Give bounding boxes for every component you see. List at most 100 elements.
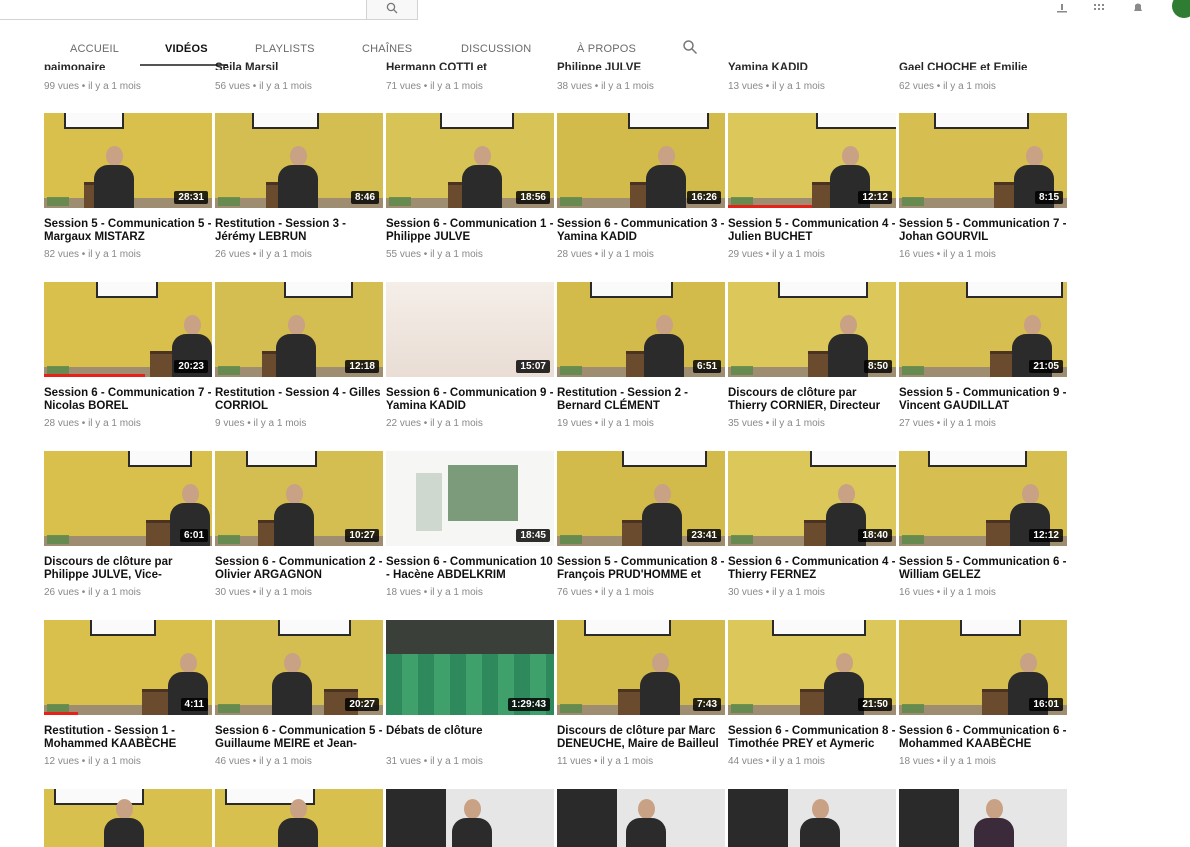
video-title[interactable]: Session 5 - Communication 4 - Julien BUC… [728, 218, 896, 244]
video-duration: 28:31 [174, 191, 208, 204]
video-thumbnail[interactable]: 8:15 [899, 113, 1067, 208]
video-thumbnail[interactable]: 16:26 [557, 113, 725, 208]
video-thumbnail[interactable] [557, 789, 725, 847]
video-title[interactable]: Session 6 - Communication 9 - Yamina KAD… [386, 387, 554, 413]
video-card[interactable]: 12:12 Session 5 - Communication 4 - Julie… [728, 113, 896, 260]
video-card[interactable]: 21:50 Session 6 - Communication 8 - Timot… [728, 620, 896, 767]
video-thumbnail[interactable] [728, 789, 896, 847]
video-title[interactable]: paimonaire [44, 58, 212, 70]
video-thumbnail[interactable]: 23:41 [557, 451, 725, 546]
video-card[interactable]: 21:05 Session 5 - Communication 9 - Vince… [899, 282, 1067, 429]
video-duration: 12:12 [858, 191, 892, 204]
video-thumbnail[interactable]: 18:45 [386, 451, 554, 546]
video-title[interactable]: Yamina KADID [728, 58, 896, 70]
video-title[interactable]: Session 6 - Communication 5 - Guillaume … [215, 725, 383, 751]
video-title[interactable]: Session 5 - Communication 7 - Johan GOUR… [899, 218, 1067, 244]
video-card[interactable]: 8:46 Restitution - Session 3 - Jérémy LEB… [215, 113, 383, 260]
video-thumbnail[interactable] [215, 789, 383, 847]
video-thumbnail[interactable]: 8:50 [728, 282, 896, 377]
watch-progress-bar [44, 374, 145, 377]
video-duration: 18:40 [858, 529, 892, 542]
video-thumbnail[interactable] [386, 789, 554, 847]
video-grid: paimonaire 99 vues • il y a 1 mois Seila M… [0, 0, 1190, 847]
video-meta: 12 vues • il y a 1 mois [44, 756, 141, 767]
video-thumbnail[interactable]: 12:12 [728, 113, 896, 208]
video-meta: 27 vues • il y a 1 mois [899, 418, 996, 429]
video-thumbnail[interactable]: 21:05 [899, 282, 1067, 377]
video-thumbnail[interactable]: 12:12 [899, 451, 1067, 546]
video-thumbnail[interactable]: 7:43 [557, 620, 725, 715]
video-card[interactable]: 18:45 Session 6 - Communication 10 - Hacè… [386, 451, 554, 598]
video-card[interactable]: 6:51 Restitution - Session 2 - Bernard CL… [557, 282, 725, 429]
video-thumbnail[interactable] [44, 789, 212, 847]
video-thumbnail[interactable]: 20:23 [44, 282, 212, 377]
video-title[interactable]: Restitution - Session 2 - Bernard CLÉMEN… [557, 387, 725, 413]
video-thumbnail[interactable]: 15:07 [386, 282, 554, 377]
video-title[interactable]: Session 5 - Communication 5 - Margaux MI… [44, 218, 212, 244]
video-title[interactable]: Session 6 - Communication 2 - Olivier AR… [215, 556, 383, 582]
video-title[interactable]: Restitution - Session 1 - Mohammed KAABÈ… [44, 725, 212, 751]
video-title[interactable]: Session 6 - Communication 6 - Mohammed K… [899, 725, 1067, 751]
video-thumbnail[interactable]: 4:11 [44, 620, 212, 715]
video-title[interactable]: Seila Marsil [215, 58, 383, 70]
video-title[interactable]: Session 5 - Communication 6 - William GE… [899, 556, 1067, 582]
video-title[interactable]: Débats de clôture [386, 725, 554, 751]
video-card[interactable]: 18:40 Session 6 - Communication 4 - Thier… [728, 451, 896, 598]
video-title[interactable]: Restitution - Session 3 - Jérémy LEBRUN [215, 218, 383, 244]
video-thumbnail[interactable]: 18:40 [728, 451, 896, 546]
video-card[interactable]: 23:41 Session 5 - Communication 8 - Franç… [557, 451, 725, 598]
video-title[interactable]: Discours de clôture par Philippe JULVE, … [44, 556, 212, 582]
video-thumbnail[interactable]: 12:18 [215, 282, 383, 377]
video-title[interactable]: Session 6 - Communication 1 - Philippe J… [386, 218, 554, 244]
video-thumbnail[interactable]: 21:50 [728, 620, 896, 715]
video-duration: 6:51 [692, 360, 721, 373]
video-thumbnail[interactable]: 16:01 [899, 620, 1067, 715]
video-card[interactable]: 16:26 Session 6 - Communication 3 - Yamin… [557, 113, 725, 260]
youtube-channel-page: ACCUEIL VIDÉOS PLAYLISTS CHAÎNES DISCUSS… [0, 0, 1190, 847]
video-card[interactable]: 28:31 Session 5 - Communication 5 - Marga… [44, 113, 212, 260]
video-thumbnail[interactable] [899, 789, 1067, 847]
video-card[interactable]: 10:27 Session 6 - Communication 2 - Olivi… [215, 451, 383, 598]
video-title[interactable]: Gael CHOCHE et Emilie [899, 58, 1067, 70]
video-title[interactable]: Session 6 - Communication 10 - Hacène AB… [386, 556, 554, 582]
video-card[interactable]: 20:23 Session 6 - Communication 7 - Nicol… [44, 282, 212, 429]
video-title[interactable]: Session 6 - Communication 7 - Nicolas BO… [44, 387, 212, 413]
video-meta: 56 vues • il y a 1 mois [215, 81, 312, 92]
video-card[interactable]: 16:01 Session 6 - Communication 6 - Moham… [899, 620, 1067, 767]
video-title[interactable]: Hermann COTTI et [386, 58, 554, 70]
video-card[interactable]: 1:29:43 Débats de clôture 31 vues • il y a… [386, 620, 554, 767]
video-thumbnail[interactable]: 6:01 [44, 451, 212, 546]
video-card[interactable]: 4:11 Restitution - Session 1 - Mohammed K… [44, 620, 212, 767]
video-thumbnail[interactable]: 10:27 [215, 451, 383, 546]
video-title[interactable]: Discours de clôture par Marc DENEUCHE, M… [557, 725, 725, 751]
video-meta: 30 vues • il y a 1 mois [728, 587, 825, 598]
video-title[interactable]: Philippe JULVE [557, 58, 725, 70]
video-meta: 55 vues • il y a 1 mois [386, 249, 483, 260]
video-card[interactable]: 12:12 Session 5 - Communication 6 - Willi… [899, 451, 1067, 598]
video-title[interactable]: Restitution - Session 4 - Gilles CORRIOL [215, 387, 383, 413]
video-card[interactable]: 20:27 Session 6 - Communication 5 - Guill… [215, 620, 383, 767]
video-title[interactable]: Session 5 - Communication 9 - Vincent GA… [899, 387, 1067, 413]
video-card[interactable]: 8:50 Discours de clôture par Thierry CORN… [728, 282, 896, 429]
video-card[interactable]: 8:15 Session 5 - Communication 7 - Johan … [899, 113, 1067, 260]
video-thumbnail[interactable]: 28:31 [44, 113, 212, 208]
video-title[interactable]: Session 6 - Communication 3 - Yamina KAD… [557, 218, 725, 244]
video-thumbnail[interactable]: 20:27 [215, 620, 383, 715]
video-title[interactable]: Discours de clôture par Thierry CORNIER,… [728, 387, 896, 413]
video-thumbnail[interactable]: 18:56 [386, 113, 554, 208]
video-card[interactable]: 7:43 Discours de clôture par Marc DENEUCH… [557, 620, 725, 767]
video-card[interactable]: 6:01 Discours de clôture par Philippe JUL… [44, 451, 212, 598]
video-title[interactable]: Session 5 - Communication 8 - François P… [557, 556, 725, 582]
video-thumbnail[interactable]: 8:46 [215, 113, 383, 208]
video-title[interactable]: Session 6 - Communication 8 - Timothée P… [728, 725, 896, 751]
video-meta: 62 vues • il y a 1 mois [899, 81, 996, 92]
video-card[interactable]: 15:07 Session 6 - Communication 9 - Yamin… [386, 282, 554, 429]
video-duration: 8:50 [863, 360, 892, 373]
video-card[interactable]: 18:56 Session 6 - Communication 1 - Phili… [386, 113, 554, 260]
video-thumbnail[interactable]: 6:51 [557, 282, 725, 377]
video-meta: 18 vues • il y a 1 mois [386, 587, 483, 598]
video-title[interactable]: Session 6 - Communication 4 - Thierry FE… [728, 556, 896, 582]
video-card[interactable]: 12:18 Restitution - Session 4 - Gilles CO… [215, 282, 383, 429]
video-duration: 6:01 [179, 529, 208, 542]
video-thumbnail[interactable]: 1:29:43 [386, 620, 554, 715]
